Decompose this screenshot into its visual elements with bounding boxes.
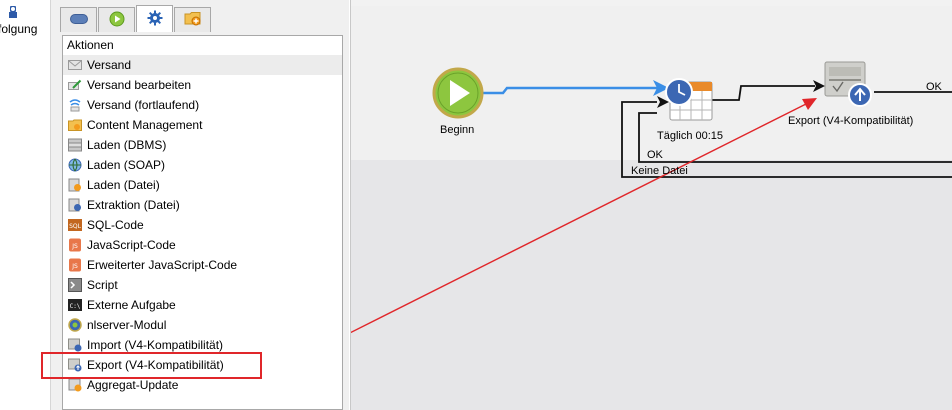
- envelope-edit-icon: [68, 78, 82, 92]
- database-icon: [68, 138, 82, 152]
- start-play-icon[interactable]: [432, 67, 484, 119]
- list-item-label: Laden (DBMS): [87, 138, 167, 152]
- javascript-icon: JS: [68, 238, 82, 252]
- list-item[interactable]: Script: [63, 275, 342, 295]
- list-item[interactable]: nlserver-Modul: [63, 315, 342, 335]
- transition-no-file: Keine Datei: [631, 165, 688, 177]
- tab-pill[interactable]: [60, 7, 97, 32]
- list-item[interactable]: Laden (DBMS): [63, 135, 342, 155]
- transition-scheduler-ok: OK: [647, 149, 663, 161]
- recurring-delivery-icon: [68, 98, 82, 112]
- svg-text:JS: JS: [71, 243, 78, 250]
- list-header: Aktionen: [67, 38, 114, 52]
- list-item-label: Content Management: [87, 118, 203, 132]
- list-item-label: JavaScript-Code: [87, 238, 176, 252]
- tab-play[interactable]: [98, 7, 135, 32]
- globe-icon: [68, 158, 82, 172]
- workflow-graph: [351, 61, 952, 334]
- list-item-label: SQL-Code: [87, 218, 144, 232]
- list-item[interactable]: JS JavaScript-Code: [63, 235, 342, 255]
- play-icon: [109, 11, 125, 30]
- list-item-label: Laden (SOAP): [87, 158, 166, 172]
- file-load-icon: [68, 178, 82, 192]
- list-item-label: Laden (Datei): [87, 178, 160, 192]
- script-icon: [68, 278, 82, 292]
- gear-icon: [147, 10, 163, 29]
- list-item[interactable]: Laden (Datei): [63, 175, 342, 195]
- svg-text:JS: JS: [71, 263, 78, 270]
- sql-icon: SQL: [68, 218, 82, 232]
- svg-text:SQL: SQL: [69, 223, 82, 230]
- list-item[interactable]: Laden (SOAP): [63, 155, 342, 175]
- scheduler-icon[interactable]: [665, 78, 713, 121]
- annotation-arrowhead: [802, 98, 817, 110]
- nav-label[interactable]: folgung: [0, 22, 37, 36]
- link-scheduler-to-export: [712, 85, 815, 101]
- transition-export-ok: OK: [926, 81, 942, 93]
- node-label-export: Export (V4-Kompatibilität): [788, 115, 914, 127]
- activity-panel: Aktionen Versand Versand bearbeiten Versan…: [51, 0, 349, 410]
- envelope-icon: [68, 58, 82, 72]
- javascript-advanced-icon: JS: [68, 258, 82, 272]
- module-icon: [68, 318, 82, 332]
- list-item-label: nlserver-Modul: [87, 318, 167, 332]
- workflow-canvas[interactable]: Beginn Täglich 00:15 Export (V4-Kompatib…: [350, 0, 952, 410]
- folder-add-icon: [184, 11, 202, 29]
- list-item-label: Erweiterter JavaScript-Code: [87, 258, 238, 272]
- list-item-label: Script: [87, 278, 118, 292]
- list-item[interactable]: SQL SQL-Code: [63, 215, 342, 235]
- link-start-to-scheduler: [483, 86, 657, 95]
- node-label-start: Beginn: [440, 124, 475, 136]
- list-item-label: Externe Aufgabe: [87, 298, 176, 312]
- list-items: Versand Versand bearbeiten Versand (fortla…: [63, 55, 342, 395]
- list-item[interactable]: C:\ Externe Aufgabe: [63, 295, 342, 315]
- list-item[interactable]: JS Erweiterter JavaScript-Code: [63, 255, 342, 275]
- list-item-label: Versand (fortlaufend): [87, 98, 200, 112]
- aggregate-icon: [68, 378, 82, 392]
- list-item[interactable]: Content Management: [63, 115, 342, 135]
- left-navigation: folgung: [0, 0, 50, 410]
- list-item-label: Import (V4-Kompatibilität): [87, 338, 224, 352]
- list-item-label: Aggregat-Update: [87, 378, 179, 392]
- svg-text:C:\: C:\: [70, 303, 81, 310]
- list-item-label: Versand: [87, 58, 132, 72]
- export-node-icon[interactable]: [824, 61, 872, 107]
- import-icon: [68, 338, 82, 352]
- content-folder-icon: [68, 118, 82, 132]
- highlight-box: [41, 352, 262, 379]
- list-item[interactable]: Versand: [63, 55, 342, 75]
- list-item[interactable]: Extraktion (Datei): [63, 195, 342, 215]
- tab-folder[interactable]: [174, 7, 211, 32]
- list-item[interactable]: Versand bearbeiten: [63, 75, 342, 95]
- list-item[interactable]: Versand (fortlaufend): [63, 95, 342, 115]
- user-icon[interactable]: [7, 4, 21, 20]
- node-label-scheduler: Täglich 00:15: [657, 130, 724, 142]
- tab-gear[interactable]: [136, 5, 173, 32]
- list-item-label: Versand bearbeiten: [87, 78, 192, 92]
- terminal-icon: C:\: [68, 298, 82, 312]
- annotation-arrow-line: [351, 103, 807, 334]
- pill-icon: [69, 13, 88, 27]
- list-item-label: Extraktion (Datei): [87, 198, 180, 212]
- file-extract-icon: [68, 198, 82, 212]
